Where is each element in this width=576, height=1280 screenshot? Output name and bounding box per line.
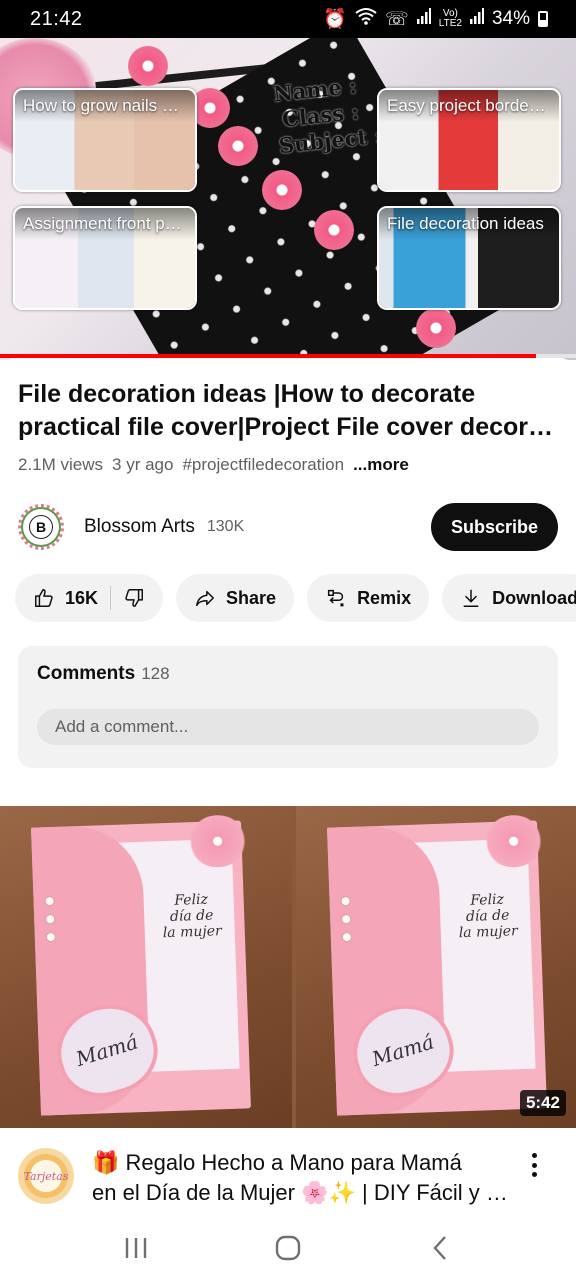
dislike-button[interactable] <box>123 587 145 609</box>
alarm-icon: ⏰ <box>323 9 348 30</box>
channel-row: B Blossom Arts 130K Subscribe <box>18 502 558 552</box>
battery-percent: 34% <box>491 8 530 29</box>
like-count: 16K <box>65 587 99 608</box>
card-image: Feliz día de la mujer Mamá <box>31 814 251 1116</box>
remix-button[interactable]: Remix <box>307 574 430 622</box>
battery-icon <box>538 11 548 27</box>
flower-decoration <box>128 46 168 86</box>
share-icon <box>196 590 215 607</box>
card-text-line: la mujer <box>162 923 222 942</box>
card-text-line: la mujer <box>458 923 518 942</box>
remix-icon <box>327 589 344 607</box>
next-video-title-line: 🎁 Regalo Hecho a Mano para Mamá <box>92 1150 462 1175</box>
thumbs-down-icon <box>125 589 144 607</box>
subscriber-count: 130K <box>206 518 245 535</box>
flower-decoration <box>314 210 354 250</box>
card-text: Feliz día de la mujer <box>457 891 518 942</box>
like-button[interactable]: 16K <box>33 587 98 609</box>
next-channel-avatar[interactable]: Tarjetas <box>18 1148 74 1204</box>
end-card-video[interactable]: Easy project border design <box>377 88 561 192</box>
action-bar: 16K Share Remix Download <box>15 574 576 622</box>
thumbnail-overlay-text: Name : Class : Subject : <box>272 71 383 159</box>
view-count: 2.1M views <box>18 455 104 474</box>
video-title-line: File decoration ideas |How to decorate <box>18 380 476 408</box>
comments-label: Comments <box>37 663 136 684</box>
network-type: Vo) LTE2 <box>439 9 462 29</box>
flower-decoration <box>218 126 258 166</box>
recent-apps-button[interactable] <box>106 1228 166 1268</box>
wifi-calling-icon: ☏ <box>385 8 409 30</box>
end-card-title: Assignment front page design <box>15 208 195 240</box>
signal-icon-2 <box>469 8 484 30</box>
next-video-info[interactable]: Tarjetas 🎁 Regalo Hecho a Mano para Mamá… <box>0 1128 576 1216</box>
video-player[interactable]: Name : Class : Subject : How to grow nai… <box>0 38 576 360</box>
channel-avatar-letter: B <box>29 515 53 539</box>
flower-decoration <box>262 170 302 210</box>
divider <box>110 586 112 610</box>
next-video-title-line: en el Día de la Mujer 🌸✨ | DIY Fácil y B… <box>92 1180 512 1205</box>
channel-name[interactable]: Blossom Arts <box>84 516 195 538</box>
end-card-title: Easy project border design <box>379 90 559 122</box>
thumbnail-panel: Feliz día de la mujer Mamá <box>296 806 576 1130</box>
video-title[interactable]: File decoration ideas |How to decorate p… <box>18 378 558 444</box>
thumbs-up-icon <box>35 589 53 607</box>
channel-avatar[interactable]: B <box>18 504 64 550</box>
status-time: 21:42 <box>30 7 83 30</box>
end-card-video[interactable]: File decoration ideas <box>377 206 561 310</box>
next-video-thumbnail[interactable]: Feliz día de la mujer Mamá Feliz día de … <box>0 806 576 1130</box>
card-text: Feliz día de la mujer <box>161 891 222 942</box>
wifi-icon <box>355 7 377 31</box>
thumbnail-panel: Feliz día de la mujer Mamá <box>0 806 292 1130</box>
upload-age: 3 yr ago <box>112 455 174 474</box>
back-icon <box>433 1236 446 1260</box>
end-card-video[interactable]: Assignment front page design <box>13 206 197 310</box>
home-button[interactable] <box>258 1228 318 1268</box>
next-channel-avatar-text: Tarjetas <box>23 1169 69 1183</box>
download-button[interactable]: Download <box>442 574 576 622</box>
like-dislike-group: 16K <box>15 574 164 622</box>
comments-count: 128 <box>141 664 170 683</box>
download-icon <box>463 589 479 607</box>
video-meta[interactable]: 2.1M views 3 yr ago #projectfiledecorati… <box>18 455 409 475</box>
card-image: Feliz día de la mujer Mamá <box>327 814 547 1116</box>
system-nav-bar <box>0 1216 576 1280</box>
network-label-bottom: LTE2 <box>438 18 462 29</box>
status-icons: ⏰ ☏ Vo) LTE2 34% <box>323 7 548 31</box>
flower-decoration <box>416 308 456 348</box>
end-card-title: How to grow nails naturally <box>15 90 195 122</box>
back-button[interactable] <box>410 1228 470 1268</box>
comment-input[interactable] <box>37 709 539 745</box>
signal-icon-1 <box>416 8 431 30</box>
video-duration: 5:42 <box>519 1090 566 1116</box>
video-info-panel: File decoration ideas |How to decorate p… <box>0 358 576 1150</box>
video-title-line: practical file cover|Project File cover … <box>18 413 558 441</box>
comments-header: Comments 128 <box>37 663 170 685</box>
comments-section[interactable]: Comments 128 <box>18 646 558 768</box>
download-label: Download <box>492 587 576 608</box>
end-card-title: File decoration ideas <box>379 208 559 240</box>
more-options-icon[interactable] <box>522 1150 546 1180</box>
hashtag-link[interactable]: #projectfiledecoration <box>182 455 344 475</box>
status-bar: 21:42 ⏰ ☏ Vo) LTE2 34% <box>0 0 576 38</box>
end-card-video[interactable]: How to grow nails naturally <box>13 88 197 192</box>
share-label: Share <box>226 587 277 608</box>
remix-label: Remix <box>357 587 412 608</box>
subscribe-button[interactable]: Subscribe <box>430 503 558 551</box>
recent-apps-icon <box>125 1238 147 1258</box>
more-link[interactable]: ...more <box>353 455 409 475</box>
next-video-title[interactable]: 🎁 Regalo Hecho a Mano para Mamá en el Dí… <box>92 1148 512 1208</box>
home-icon <box>275 1235 301 1261</box>
share-button[interactable]: Share <box>176 574 295 622</box>
